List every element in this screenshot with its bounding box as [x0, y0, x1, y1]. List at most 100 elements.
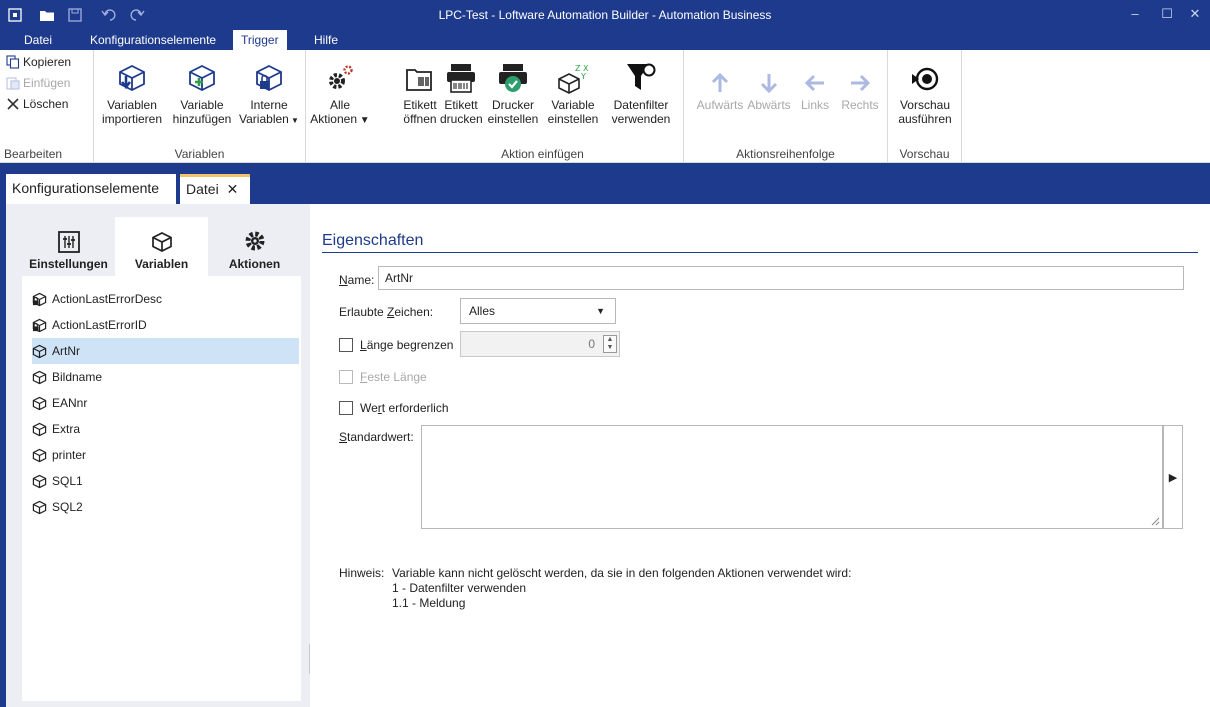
tab-variablen[interactable]: Variablen	[115, 217, 208, 276]
variable-cube-icon	[32, 422, 47, 436]
list-item[interactable]: SQL2	[32, 494, 299, 520]
abwaerts-button[interactable]: Abwärts	[746, 54, 792, 112]
printer-label-icon	[447, 64, 475, 93]
tab-einstellungen[interactable]: Einstellungen	[22, 217, 115, 276]
close-tab-icon[interactable]: ✕	[227, 181, 239, 197]
drucker-einstellen-button[interactable]: Drucker einstellen	[484, 54, 542, 126]
variable-name: printer	[52, 448, 87, 462]
expand-arrow-button[interactable]: ▶	[1163, 425, 1183, 529]
vorschau-ausfuehren-button[interactable]: Vorschau ausführen	[894, 54, 956, 126]
tab-datei[interactable]: Datei ✕	[180, 174, 250, 204]
resize-grip-icon	[1151, 517, 1160, 526]
tab-aktionen[interactable]: Aktionen	[208, 217, 301, 276]
variable-set-icon: Z XY	[558, 64, 589, 94]
fixed-length-label: Feste Länge	[360, 370, 427, 384]
length-stepper[interactable]: 0 ▲ ▼	[460, 331, 620, 357]
variable-import-icon	[119, 64, 145, 92]
value-required-label: Wert erforderlich	[360, 401, 449, 415]
properties-divider	[322, 252, 1198, 253]
hint-text: Variable kann nicht gelöscht werden, da …	[392, 566, 852, 580]
variable-cube-icon	[32, 396, 47, 410]
list-item[interactable]: ActionLastErrorDesc	[32, 286, 299, 312]
spin-arrows-icon[interactable]: ▲ ▼	[603, 335, 617, 353]
variable-lock-icon	[256, 64, 282, 92]
menu-datei[interactable]: Datei	[16, 30, 60, 50]
list-item[interactable]: Extra	[32, 416, 299, 442]
list-item[interactable]: EANnr	[32, 390, 299, 416]
list-item[interactable]: SQL1	[32, 468, 299, 494]
properties-panel: Eigenschaften Name: ArtNr Erlaubte Zeich…	[310, 204, 1210, 707]
default-value-textarea[interactable]	[421, 425, 1163, 529]
hint-action-1: 1 - Datenfilter verwenden	[392, 581, 527, 595]
interne-variablen-button[interactable]: Interne Variablen ▼	[236, 54, 302, 128]
value-required-checkbox[interactable]	[339, 401, 353, 415]
variablen-importieren-button[interactable]: Variablen importieren	[98, 54, 166, 126]
limit-length-label: Länge begrenzen	[360, 338, 454, 352]
tab-konfigurationselemente[interactable]: Konfigurationselemente	[6, 174, 176, 204]
menu-trigger[interactable]: Trigger	[233, 30, 287, 50]
list-item[interactable]: Bildname	[32, 364, 299, 390]
copy-icon	[6, 55, 20, 69]
group-label-aktion-einfuegen: Aktion einfügen	[501, 147, 584, 161]
allowed-chars-select[interactable]: Alles ▼	[460, 298, 616, 324]
variable-list: ActionLastErrorDesc ActionLastErrorID ArtN…	[22, 276, 301, 701]
arrow-right-icon	[851, 74, 871, 92]
group-aktionsreihenfolge: Aufwärts Abwärts Links Rechts Aktionsrei…	[684, 50, 888, 163]
list-item[interactable]: ActionLastErrorID	[32, 312, 299, 338]
arrow-left-icon	[804, 74, 824, 92]
minimize-button[interactable]: –	[1124, 4, 1146, 24]
group-variablen: Variablen importieren Variable hinzufüge…	[94, 50, 306, 163]
variable-name: ArtNr	[52, 344, 80, 358]
dropdown-arrow-icon: ▼	[288, 116, 299, 125]
list-item[interactable]: ArtNr	[32, 338, 299, 364]
variable-lock-icon	[32, 292, 47, 306]
variable-cube-icon	[32, 500, 47, 514]
group-label-aktionsreihenfolge: Aktionsreihenfolge	[736, 147, 835, 161]
variable-name: Extra	[52, 422, 81, 436]
aufwaerts-button[interactable]: Aufwärts	[696, 54, 744, 112]
rechts-button[interactable]: Rechts	[838, 54, 882, 112]
name-input[interactable]: ArtNr	[378, 266, 1184, 290]
variable-cube-icon	[32, 448, 47, 462]
title-bar: LPC-Test - Loftware Automation Builder -…	[0, 0, 1210, 30]
svg-text:Y: Y	[580, 72, 586, 81]
fixed-length-checkbox[interactable]	[339, 370, 353, 384]
kopieren-button[interactable]: Kopieren	[6, 52, 71, 72]
variable-hinzufuegen-button[interactable]: Variable hinzufügen	[170, 54, 234, 126]
filter-icon	[627, 63, 656, 90]
menu-hilfe[interactable]: Hilfe	[306, 30, 346, 50]
variable-einstellen-button[interactable]: Z XY Variable einstellen	[544, 54, 602, 126]
window-title: LPC-Test - Loftware Automation Builder -…	[438, 8, 772, 22]
preview-run-icon	[912, 67, 939, 91]
variable-cube-icon	[32, 370, 47, 384]
etikett-drucken-button[interactable]: Etikett drucken	[440, 54, 483, 126]
datenfilter-verwenden-button[interactable]: Datenfilter verwenden	[604, 54, 678, 126]
loeschen-button[interactable]: Löschen	[6, 94, 68, 114]
triangle-right-icon: ▶	[1168, 471, 1178, 484]
paste-icon	[6, 77, 20, 90]
maximize-button[interactable]: ☐	[1156, 4, 1178, 24]
ribbon: Kopieren Einfügen Löschen Bearbeiten Var…	[0, 50, 1210, 163]
menu-konfigurationselemente[interactable]: Konfigurationselemente	[82, 30, 224, 50]
menu-bar: Datei Konfigurationselemente Trigger Hil…	[0, 30, 1210, 50]
default-value-label: Standardwert:	[339, 430, 414, 444]
list-item[interactable]: printer	[32, 442, 299, 468]
group-vorschau: Vorschau ausführen Vorschau	[888, 50, 962, 163]
einfuegen-button[interactable]: Einfügen	[6, 73, 70, 93]
variable-name: Bildname	[52, 370, 103, 384]
hint-action-1-1: 1.1 - Meldung	[392, 596, 466, 610]
close-button[interactable]: ✕	[1184, 4, 1206, 24]
etikett-oeffnen-button[interactable]: Etikett öffnen	[402, 54, 438, 126]
variable-name: EANnr	[52, 396, 88, 410]
hint-label: Hinweis:	[339, 566, 385, 580]
label-open-icon	[406, 69, 432, 91]
variable-add-icon	[189, 64, 215, 92]
printer-check-icon	[499, 64, 527, 92]
links-button[interactable]: Links	[794, 54, 836, 112]
group-label-variablen: Variablen	[174, 147, 225, 161]
delete-x-icon	[7, 98, 19, 110]
settings-sliders-icon	[57, 231, 80, 253]
limit-length-checkbox[interactable]	[339, 338, 353, 352]
variable-cube-icon	[32, 344, 47, 358]
properties-title: Eigenschaften	[322, 232, 424, 249]
